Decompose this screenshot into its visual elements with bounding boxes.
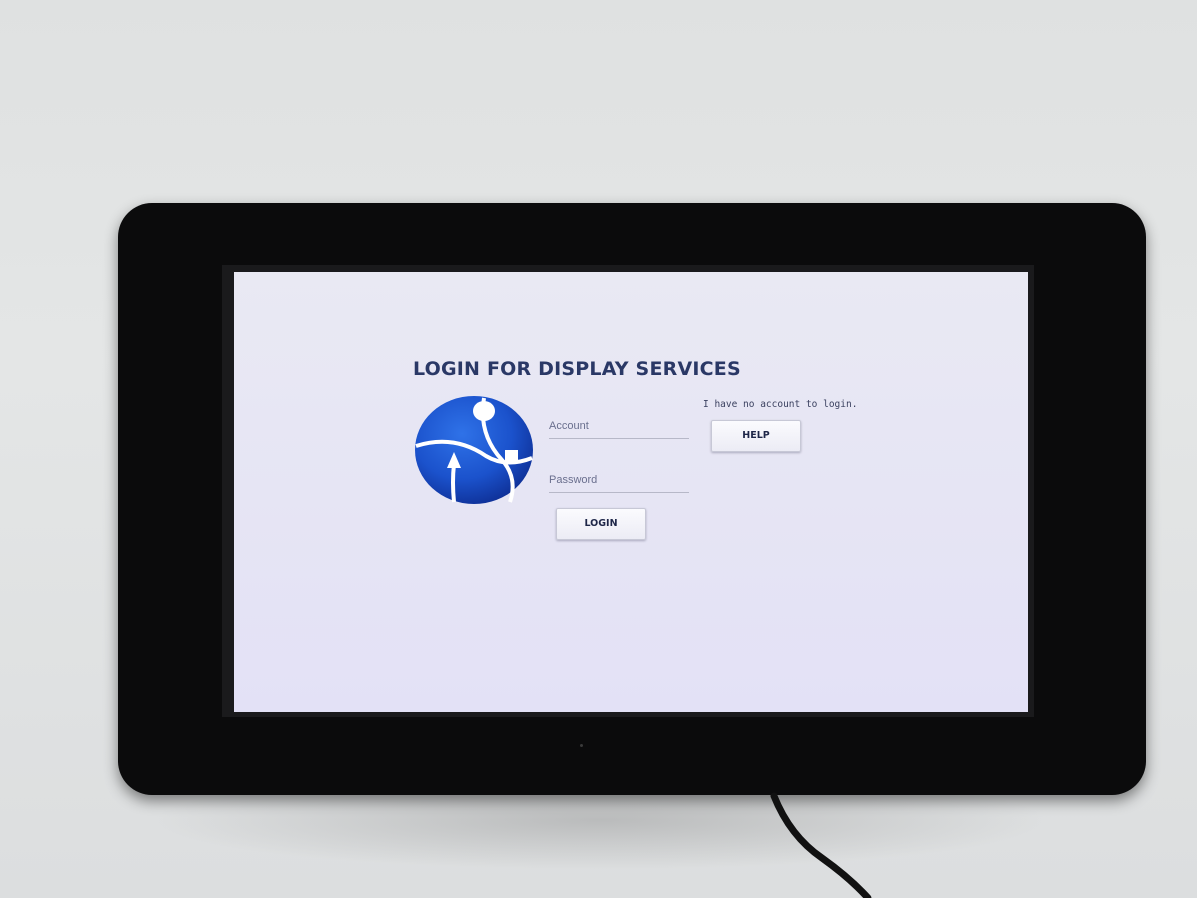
power-led [580, 744, 583, 747]
globe-route-icon [415, 396, 533, 504]
account-field[interactable] [549, 416, 689, 439]
password-field[interactable] [549, 470, 689, 493]
no-account-text: I have no account to login. [703, 399, 858, 410]
account-input[interactable] [549, 420, 689, 432]
login-button[interactable]: LOGIN [556, 508, 646, 540]
page-title: LOGIN FOR DISPLAY SERVICES [413, 358, 741, 380]
password-input[interactable] [549, 474, 689, 486]
help-button[interactable]: HELP [711, 420, 801, 452]
login-screen: LOGIN FOR DISPLAY SERVICES LOGIN I have … [234, 272, 1028, 712]
